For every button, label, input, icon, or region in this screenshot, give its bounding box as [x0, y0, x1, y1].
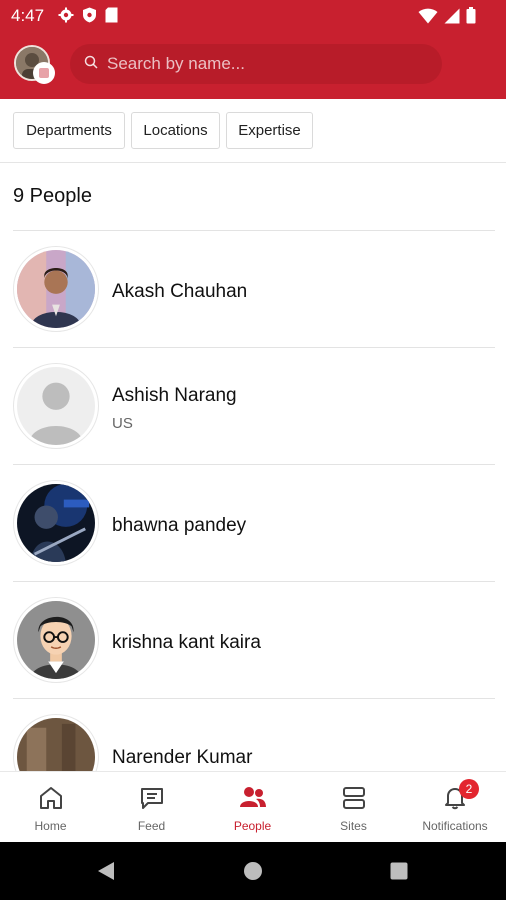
settings-icon — [58, 7, 74, 23]
back-icon[interactable] — [76, 842, 136, 900]
people-list[interactable]: Akash Chauhan Ashish Narang US bhawna pa… — [0, 229, 506, 771]
home-circle-icon[interactable] — [223, 842, 283, 900]
avatar — [13, 363, 99, 449]
sites-icon — [341, 785, 367, 816]
nav-feed[interactable]: Feed — [101, 772, 202, 843]
person-row[interactable]: Ashish Narang US — [13, 347, 495, 464]
person-row[interactable]: bhawna pandey — [13, 464, 495, 581]
person-row[interactable]: Akash Chauhan — [13, 230, 495, 347]
app-header: 4:47 — [0, 0, 506, 99]
avatar — [13, 246, 99, 332]
person-name: krishna kant kaira — [112, 632, 261, 653]
person-name: Akash Chauhan — [112, 281, 248, 302]
nav-sites-label: Sites — [340, 819, 367, 833]
people-count: 9 People — [13, 185, 92, 207]
avatar — [13, 714, 99, 771]
bottom-navigation: Home Feed People Sites Notifications — [0, 771, 506, 842]
filter-departments-chip[interactable]: Departments — [13, 112, 125, 149]
person-name: bhawna pandey — [112, 515, 247, 536]
search-bar[interactable] — [70, 44, 442, 84]
wifi-icon — [418, 8, 438, 24]
avatar — [13, 597, 99, 683]
search-icon — [84, 55, 107, 74]
nav-people[interactable]: People — [202, 772, 303, 843]
person-row[interactable]: Narender Kumar — [13, 698, 495, 771]
shield-icon — [82, 7, 97, 23]
filter-expertise-chip[interactable]: Expertise — [226, 112, 313, 149]
nav-home-label: Home — [34, 819, 67, 833]
person-name: Narender Kumar — [112, 747, 253, 768]
person-name: Ashish Narang — [112, 385, 237, 406]
nav-notifications[interactable]: Notifications — [404, 772, 506, 843]
person-location: US — [112, 415, 133, 432]
home-icon — [38, 785, 64, 816]
nav-notifications-label: Notifications — [422, 819, 488, 833]
nav-feed-label: Feed — [137, 819, 166, 833]
sim-card-icon — [105, 7, 118, 23]
system-navigation-bar — [0, 842, 506, 900]
filter-locations-chip[interactable]: Locations — [131, 112, 220, 149]
recents-icon[interactable] — [369, 842, 429, 900]
status-bar: 4:47 — [0, 0, 506, 32]
person-row[interactable]: krishna kant kaira — [13, 581, 495, 698]
feed-icon — [139, 785, 165, 816]
profile-status-badge — [33, 62, 55, 84]
signal-icon — [444, 8, 460, 24]
filter-chips: Departments Locations Expertise — [0, 99, 506, 163]
notification-count-badge: 2 — [459, 779, 479, 799]
battery-icon — [466, 7, 476, 24]
search-input[interactable] — [107, 54, 417, 74]
nav-people-label: People — [233, 819, 272, 833]
people-icon — [239, 785, 267, 816]
nav-sites[interactable]: Sites — [303, 772, 404, 843]
status-time: 4:47 — [11, 6, 45, 25]
avatar — [13, 480, 99, 566]
nav-home[interactable]: Home — [0, 772, 101, 843]
